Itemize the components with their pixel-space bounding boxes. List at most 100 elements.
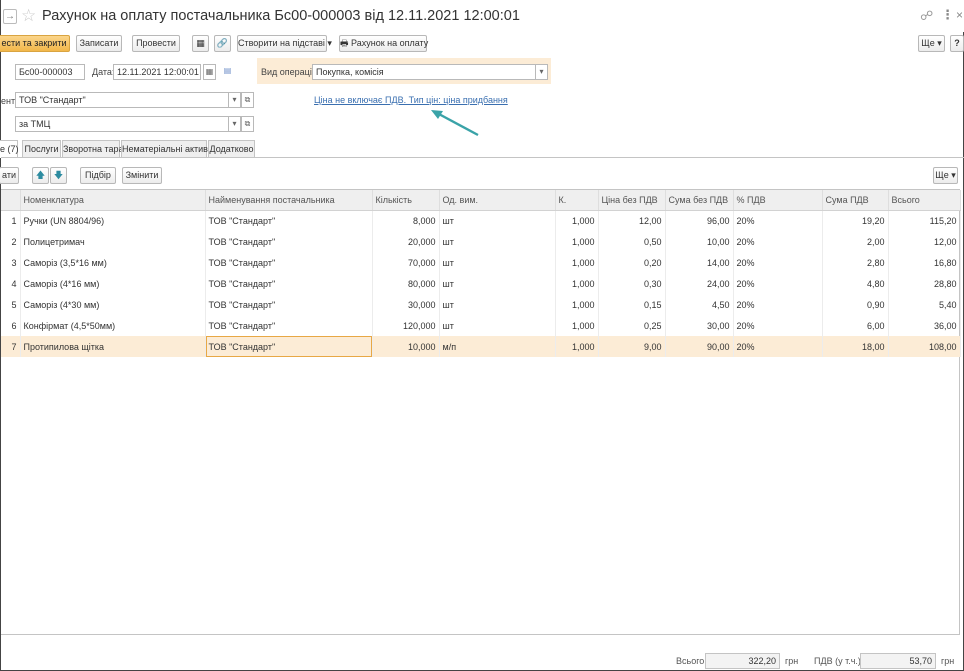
total-cell[interactable]: 108,00 <box>888 336 961 357</box>
date-picker-icon[interactable]: ▤ <box>221 64 234 80</box>
calendar-icon[interactable]: ▦ <box>203 64 216 80</box>
coefficient-cell[interactable]: 1,000 <box>555 231 599 252</box>
col-header-vat-sum[interactable]: Сума ПДВ <box>822 190 889 211</box>
price-cell[interactable]: 0,50 <box>598 231 666 252</box>
col-header-unit[interactable]: Од. вим. <box>439 190 556 211</box>
supplier-name-cell[interactable]: ТОВ "Стандарт" <box>205 210 373 231</box>
supplier-name-cell[interactable]: ТОВ "Стандарт" <box>205 315 373 336</box>
contract-dropdown-icon[interactable]: ▾ <box>228 116 241 132</box>
table-row[interactable]: 2 Полицетримач ТОВ "Стандарт" 20,000 шт 1,000… <box>1 231 961 252</box>
total-cell[interactable]: 36,00 <box>888 315 961 336</box>
close-icon[interactable]: × <box>956 8 963 22</box>
item-cell[interactable]: Ручки (UN 8804/96) <box>20 210 206 231</box>
move-up-icon[interactable]: 🡅 <box>32 167 49 184</box>
document-number-field[interactable]: Бс00-000003 <box>15 64 85 80</box>
col-header-quantity[interactable]: Кількість <box>372 190 440 211</box>
item-cell[interactable]: Протипилова щітка <box>20 336 206 357</box>
col-header-total[interactable]: Всього <box>888 190 961 211</box>
table-row[interactable]: 5 Саморіз (4*30 мм) ТОВ "Стандарт" 30,000 шт… <box>1 294 961 315</box>
quantity-cell[interactable]: 30,000 <box>372 294 440 315</box>
quantity-cell[interactable]: 20,000 <box>372 231 440 252</box>
item-cell[interactable]: Полицетримач <box>20 231 206 252</box>
vat-sum-cell[interactable]: 6,00 <box>822 315 889 336</box>
coefficient-cell[interactable]: 1,000 <box>555 315 599 336</box>
vat-sum-cell[interactable]: 2,00 <box>822 231 889 252</box>
vat-rate-cell[interactable]: 20% <box>733 210 823 231</box>
col-header-price[interactable]: Ціна без ПДВ <box>598 190 666 211</box>
sum-cell[interactable]: 24,00 <box>665 273 734 294</box>
total-cell[interactable]: 5,40 <box>888 294 961 315</box>
row-number[interactable]: 6 <box>1 315 21 336</box>
unit-cell[interactable]: м/п <box>439 336 556 357</box>
link-icon[interactable]: ☍ <box>920 8 933 24</box>
unit-cell[interactable]: шт <box>439 294 556 315</box>
table-row[interactable]: 7 Протипилова щітка ТОВ "Стандарт" 10,000 м/… <box>1 336 961 357</box>
total-cell[interactable]: 28,80 <box>888 273 961 294</box>
quantity-cell[interactable]: 80,000 <box>372 273 440 294</box>
vat-rate-cell[interactable]: 20% <box>733 252 823 273</box>
coefficient-cell[interactable]: 1,000 <box>555 273 599 294</box>
price-type-link[interactable]: Ціна не включає ПДВ. Тип цін: ціна придб… <box>314 95 508 105</box>
tab-services[interactable]: Послуги <box>22 140 61 158</box>
item-cell[interactable]: Саморіз (4*30 мм) <box>20 294 206 315</box>
supplier-name-cell[interactable]: ТОВ "Стандарт" <box>205 231 373 252</box>
price-cell[interactable]: 0,25 <box>598 315 666 336</box>
move-down-icon[interactable]: 🡇 <box>50 167 67 184</box>
table-more-button[interactable]: Ще ▾ <box>933 167 958 184</box>
quantity-cell[interactable]: 120,000 <box>372 315 440 336</box>
vat-rate-cell[interactable]: 20% <box>733 336 823 357</box>
post-and-close-button[interactable]: ести та закрити <box>0 35 70 52</box>
unit-cell[interactable]: шт <box>439 315 556 336</box>
table-row[interactable]: 3 Саморіз (3,5*16 мм) ТОВ "Стандарт" 70,000… <box>1 252 961 273</box>
date-field[interactable]: 12.11.2021 12:00:01 <box>113 64 201 80</box>
vat-rate-cell[interactable]: 20% <box>733 273 823 294</box>
post-button[interactable]: Провести <box>132 35 180 52</box>
vat-sum-cell[interactable]: 19,20 <box>822 210 889 231</box>
table-row[interactable]: 6 Конфірмат (4,5*50мм) ТОВ "Стандарт" 120,0… <box>1 315 961 336</box>
coefficient-cell[interactable]: 1,000 <box>555 294 599 315</box>
attach-icon[interactable]: 🔗 <box>214 35 231 52</box>
row-number[interactable]: 3 <box>1 252 21 273</box>
unit-cell[interactable]: шт <box>439 252 556 273</box>
print-invoice-button[interactable]: 🖶 Рахунок на оплату <box>339 35 428 52</box>
supplier-name-cell[interactable]: ТОВ "Стандарт" <box>205 273 373 294</box>
total-cell[interactable]: 12,00 <box>888 231 961 252</box>
table-row[interactable]: 1 Ручки (UN 8804/96) ТОВ "Стандарт" 8,000 шт… <box>1 210 961 231</box>
sum-cell[interactable]: 30,00 <box>665 315 734 336</box>
supplier-name-cell[interactable]: ТОВ "Стандарт" <box>205 336 373 357</box>
supplier-name-cell[interactable]: ТОВ "Стандарт" <box>205 252 373 273</box>
quantity-cell[interactable]: 70,000 <box>372 252 440 273</box>
vat-sum-cell[interactable]: 4,80 <box>822 273 889 294</box>
table-row[interactable]: 4 Саморіз (4*16 мм) ТОВ "Стандарт" 80,000 шт… <box>1 273 961 294</box>
row-number[interactable]: 5 <box>1 294 21 315</box>
tab-additional[interactable]: Додатково <box>208 140 255 158</box>
coefficient-cell[interactable]: 1,000 <box>555 210 599 231</box>
price-cell[interactable]: 0,15 <box>598 294 666 315</box>
vat-rate-cell[interactable]: 20% <box>733 315 823 336</box>
row-number[interactable]: 7 <box>1 336 21 357</box>
sum-cell[interactable]: 4,50 <box>665 294 734 315</box>
item-cell[interactable]: Конфірмат (4,5*50мм) <box>20 315 206 336</box>
coefficient-cell[interactable]: 1,000 <box>555 336 599 357</box>
col-header-item[interactable]: Номенклатура <box>20 190 206 211</box>
more-menu-icon[interactable]: ⋮ <box>941 7 954 23</box>
price-cell[interactable]: 9,00 <box>598 336 666 357</box>
contract-field[interactable]: за ТМЦ <box>15 116 229 132</box>
quantity-cell[interactable]: 8,000 <box>372 210 440 231</box>
item-cell[interactable]: Саморіз (3,5*16 мм) <box>20 252 206 273</box>
total-cell[interactable]: 16,80 <box>888 252 961 273</box>
row-number[interactable]: 1 <box>1 210 21 231</box>
vat-sum-cell[interactable]: 0,90 <box>822 294 889 315</box>
unit-cell[interactable]: шт <box>439 210 556 231</box>
vat-sum-cell[interactable]: 2,80 <box>822 252 889 273</box>
item-cell[interactable]: Саморіз (4*16 мм) <box>20 273 206 294</box>
supplier-name-cell[interactable]: ТОВ "Стандарт" <box>205 294 373 315</box>
col-header-sum[interactable]: Сума без ПДВ <box>665 190 734 211</box>
sum-cell[interactable]: 90,00 <box>665 336 734 357</box>
operation-dropdown-icon[interactable]: ▾ <box>535 64 548 80</box>
unit-cell[interactable]: шт <box>439 231 556 252</box>
change-button[interactable]: Змінити <box>122 167 162 184</box>
vat-rate-cell[interactable]: 20% <box>733 231 823 252</box>
forward-arrow-icon[interactable]: → <box>3 9 17 24</box>
counterparty-field[interactable]: ТОВ "Стандарт" <box>15 92 229 108</box>
